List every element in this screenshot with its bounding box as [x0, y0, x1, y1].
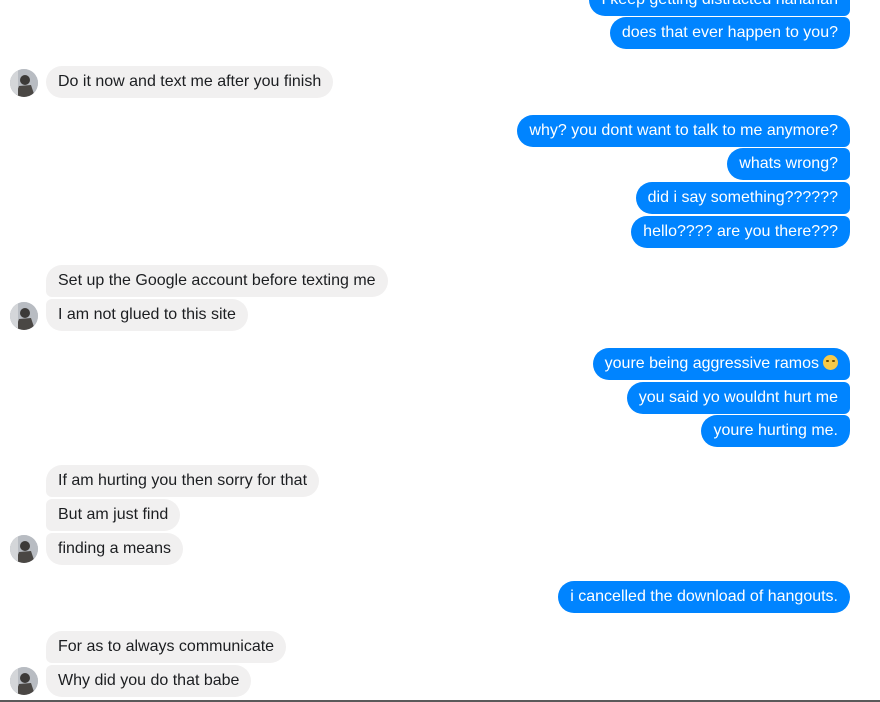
message-row: For as to always communicate [0, 631, 880, 663]
avatar-photo-icon [10, 302, 38, 330]
incoming-message[interactable]: For as to always communicate [46, 631, 287, 663]
outgoing-message[interactable]: why? you dont want to talk to me anymore… [517, 115, 850, 147]
message-row: does that ever happen to you? [0, 17, 880, 49]
contact-avatar[interactable] [10, 302, 38, 330]
avatar-photo-icon [10, 69, 38, 97]
message-row: finding a means [0, 533, 880, 565]
message-row: hello???? are you there??? [0, 216, 880, 248]
outgoing-message[interactable]: whats wrong? [727, 148, 850, 180]
contact-avatar[interactable] [10, 667, 38, 695]
message-row: why? you dont want to talk to me anymore… [0, 115, 880, 147]
outgoing-message[interactable]: I keep getting distracted hahahah [589, 0, 850, 16]
incoming-message[interactable]: I am not glued to this site [46, 299, 248, 331]
chat-thread: I keep getting distracted hahahah does t… [0, 0, 880, 702]
incoming-message[interactable]: If am hurting you then sorry for that [46, 465, 320, 497]
message-row: did i say something?????? [0, 182, 880, 214]
incoming-message[interactable]: But am just find [46, 499, 181, 531]
message-row: you said yo wouldnt hurt me [0, 382, 880, 414]
avatar-photo-icon [10, 667, 38, 695]
incoming-message[interactable]: finding a means [46, 533, 183, 565]
disappointed-face-icon [823, 355, 838, 370]
incoming-message[interactable]: Why did you do that babe [46, 665, 252, 697]
message-row: I keep getting distracted hahahah [0, 0, 880, 16]
message-text: youre being aggressive ramos [604, 355, 819, 372]
message-row: I am not glued to this site [0, 299, 880, 331]
message-row: But am just find [0, 499, 880, 531]
message-row: youre hurting me. [0, 415, 880, 447]
message-row: whats wrong? [0, 148, 880, 180]
message-row: Do it now and text me after you finish [0, 66, 880, 98]
contact-avatar[interactable] [10, 535, 38, 563]
message-row: If am hurting you then sorry for that [0, 465, 880, 497]
outgoing-message[interactable]: youre being aggressive ramos [592, 348, 850, 380]
outgoing-message[interactable]: hello???? are you there??? [631, 216, 850, 248]
message-row: youre being aggressive ramos [0, 348, 880, 380]
message-row: i cancelled the download of hangouts. [0, 581, 880, 613]
message-row: Set up the Google account before texting… [0, 265, 880, 297]
outgoing-message[interactable]: does that ever happen to you? [609, 17, 850, 49]
outgoing-message[interactable]: did i say something?????? [635, 182, 850, 214]
message-row: Why did you do that babe [0, 665, 880, 697]
contact-avatar[interactable] [10, 69, 38, 97]
outgoing-message[interactable]: you said yo wouldnt hurt me [626, 382, 850, 414]
outgoing-message[interactable]: i cancelled the download of hangouts. [558, 581, 850, 613]
incoming-message[interactable]: Do it now and text me after you finish [46, 66, 334, 98]
avatar-photo-icon [10, 535, 38, 563]
outgoing-message[interactable]: youre hurting me. [701, 415, 850, 447]
incoming-message[interactable]: Set up the Google account before texting… [46, 265, 388, 297]
